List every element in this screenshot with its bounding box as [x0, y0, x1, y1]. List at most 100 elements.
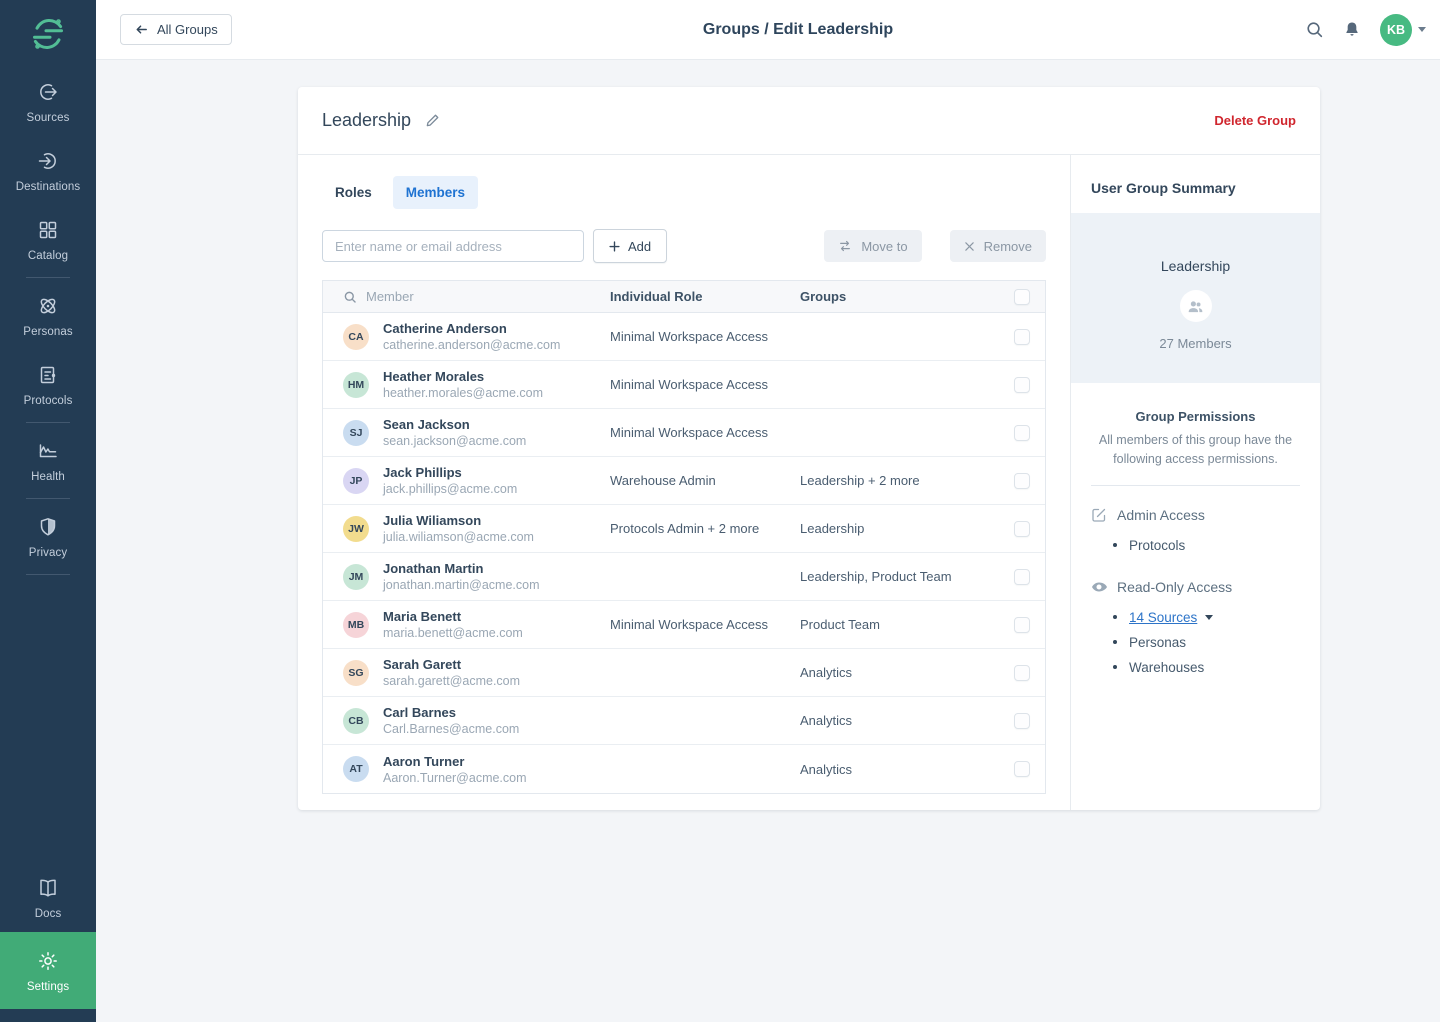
- sidebar-item-catalog[interactable]: Catalog: [0, 205, 96, 274]
- member-individual-role: Minimal Workspace Access: [610, 617, 800, 632]
- row-checkbox[interactable]: [1014, 713, 1030, 729]
- docs-icon: [36, 876, 60, 900]
- member-individual-role: Protocols Admin + 2 more: [610, 521, 800, 536]
- member-name: Catherine Anderson: [383, 320, 560, 337]
- eye-icon: [1091, 579, 1107, 595]
- user-menu[interactable]: KB: [1380, 14, 1426, 46]
- member-avatar: JP: [343, 468, 369, 494]
- row-checkbox[interactable]: [1014, 761, 1030, 777]
- individual-role-column-header: Individual Role: [610, 289, 800, 304]
- chevron-down-icon: [1418, 27, 1426, 32]
- member-name: Maria Benett: [383, 608, 523, 625]
- member-name: Heather Morales: [383, 368, 543, 385]
- group-card: Leadership Delete Group RolesMembers Add: [298, 87, 1320, 810]
- member-groups: Leadership: [800, 521, 999, 536]
- sidebar-item-docs[interactable]: Docs: [0, 863, 96, 932]
- member-search-input[interactable]: [322, 230, 584, 262]
- sidebar-item-label: Settings: [27, 981, 69, 993]
- members-toolbar: Add Move to Remove: [322, 229, 1046, 263]
- sidebar-item-settings[interactable]: Settings: [0, 932, 96, 1009]
- content-area: Leadership Delete Group RolesMembers Add: [96, 60, 1440, 1022]
- sidebar-item-destinations[interactable]: Destinations: [0, 136, 96, 205]
- tab-members[interactable]: Members: [393, 176, 478, 209]
- select-all-checkbox[interactable]: [1014, 289, 1030, 305]
- all-groups-back-button[interactable]: All Groups: [120, 14, 232, 45]
- member-column-search[interactable]: Member: [323, 289, 610, 304]
- member-name: Jack Phillips: [383, 464, 517, 481]
- sidebar-divider: [26, 422, 70, 423]
- member-email: Aaron.Turner@acme.com: [383, 770, 527, 786]
- tab-roles[interactable]: Roles: [322, 176, 385, 209]
- table-row: CA Catherine Anderson catherine.anderson…: [323, 313, 1045, 361]
- row-checkbox[interactable]: [1014, 329, 1030, 345]
- chevron-down-icon[interactable]: [1205, 615, 1213, 620]
- row-checkbox[interactable]: [1014, 521, 1030, 537]
- member-avatar: JM: [343, 564, 369, 590]
- member-groups: Leadership + 2 more: [800, 473, 999, 488]
- row-checkbox[interactable]: [1014, 569, 1030, 585]
- member-email: jack.phillips@acme.com: [383, 481, 517, 497]
- move-to-button[interactable]: Move to: [824, 230, 921, 262]
- member-groups: Analytics: [800, 713, 999, 728]
- sidebar-item-privacy[interactable]: Privacy: [0, 502, 96, 571]
- summary-highlight: Leadership 27 Members: [1071, 213, 1320, 383]
- sidebar-nav: Sources Destinations Catalog Personas Pr…: [0, 67, 96, 1009]
- search-icon[interactable]: [1305, 20, 1324, 39]
- summary-member-count: 27 Members: [1081, 336, 1310, 351]
- edit-group-name-pencil-icon[interactable]: [425, 113, 440, 128]
- members-table-header: Member Individual Role Groups: [323, 281, 1045, 313]
- member-avatar: CB: [343, 708, 369, 734]
- sidebar-item-label: Docs: [35, 908, 62, 920]
- member-email: catherine.anderson@acme.com: [383, 337, 560, 353]
- sidebar-item-label: Destinations: [16, 181, 80, 193]
- member-groups: Product Team: [800, 617, 999, 632]
- plus-icon: [609, 241, 620, 252]
- group-card-header: Leadership Delete Group: [298, 87, 1320, 155]
- table-row: JP Jack Phillips jack.phillips@acme.com …: [323, 457, 1045, 505]
- settings-icon: [36, 949, 60, 973]
- sources-icon: [36, 80, 60, 104]
- remove-label: Remove: [984, 239, 1032, 254]
- delete-group-button[interactable]: Delete Group: [1214, 113, 1296, 128]
- member-avatar: AT: [343, 756, 369, 782]
- row-checkbox[interactable]: [1014, 617, 1030, 633]
- sidebar-item-label: Health: [31, 471, 65, 483]
- permission-item: Personas: [1113, 630, 1300, 655]
- member-avatar: HM: [343, 372, 369, 398]
- summary-group-name: Leadership: [1081, 258, 1310, 274]
- row-checkbox[interactable]: [1014, 665, 1030, 681]
- row-checkbox[interactable]: [1014, 473, 1030, 489]
- member-individual-role: Minimal Workspace Access: [610, 425, 800, 440]
- member-name: Aaron Turner: [383, 753, 527, 770]
- sidebar-item-sources[interactable]: Sources: [0, 67, 96, 136]
- remove-button[interactable]: Remove: [950, 230, 1046, 262]
- row-checkbox[interactable]: [1014, 425, 1030, 441]
- members-people-icon: [1180, 290, 1212, 322]
- member-avatar: JW: [343, 516, 369, 542]
- privacy-icon: [36, 515, 60, 539]
- arrow-left-icon: [134, 22, 149, 37]
- edit-square-icon: [1091, 507, 1107, 523]
- member-avatar: SG: [343, 660, 369, 686]
- table-row: JW Julia Wiliamson julia.wiliamson@acme.…: [323, 505, 1045, 553]
- sidebar-divider: [26, 498, 70, 499]
- sidebar-item-protocols[interactable]: Protocols: [0, 350, 96, 419]
- health-icon: [36, 439, 60, 463]
- sidebar-item-personas[interactable]: Personas: [0, 281, 96, 350]
- permission-section-admin-access: Admin AccessProtocols: [1091, 507, 1300, 558]
- sources-count-link[interactable]: 14 Sources: [1129, 610, 1197, 625]
- permission-item: 14 Sources: [1113, 605, 1300, 630]
- sidebar-item-health[interactable]: Health: [0, 426, 96, 495]
- summary-title: User Group Summary: [1071, 155, 1320, 213]
- catalog-icon: [36, 218, 60, 242]
- member-column-placeholder: Member: [366, 289, 414, 304]
- notifications-bell-icon[interactable]: [1343, 20, 1361, 39]
- move-arrows-icon: [838, 239, 852, 253]
- member-name: Carl Barnes: [383, 704, 519, 721]
- protocols-icon: [36, 363, 60, 387]
- members-table: Member Individual Role Groups CA Catheri…: [322, 280, 1046, 794]
- add-member-button[interactable]: Add: [593, 229, 667, 263]
- user-avatar[interactable]: KB: [1380, 14, 1412, 46]
- row-checkbox[interactable]: [1014, 377, 1030, 393]
- x-icon: [964, 241, 975, 252]
